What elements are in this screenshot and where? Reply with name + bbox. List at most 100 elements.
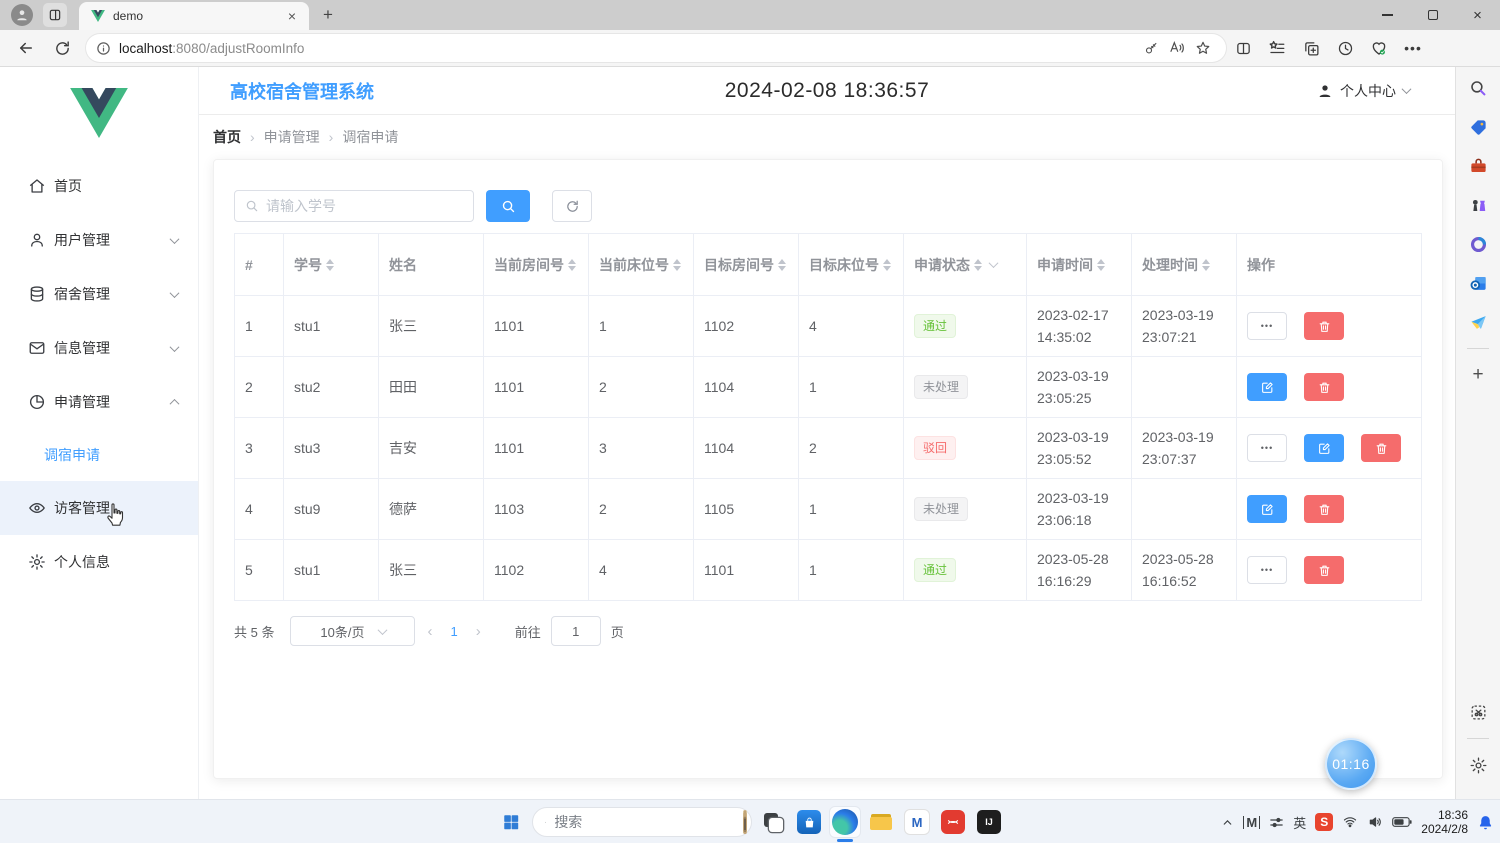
ime-language-indicator[interactable]: 英 xyxy=(1293,813,1306,832)
screenshot-snip-icon[interactable] xyxy=(1463,697,1493,727)
split-screen-icon[interactable] xyxy=(1226,33,1260,63)
sort-caret-icon[interactable] xyxy=(974,255,982,275)
refresh-button[interactable] xyxy=(552,190,592,222)
tray-m-app-icon[interactable]: M xyxy=(1243,816,1260,829)
edge-browser-icon[interactable] xyxy=(830,807,860,837)
next-page-button[interactable]: › xyxy=(464,623,493,640)
favorite-star-icon[interactable] xyxy=(1190,35,1216,61)
drop-icon[interactable] xyxy=(1463,307,1493,337)
browser-essentials-icon[interactable] xyxy=(1362,33,1396,63)
history-icon[interactable] xyxy=(1328,33,1362,63)
column-header-process_time[interactable]: 处理时间 xyxy=(1132,234,1237,296)
browser-profile-avatar[interactable] xyxy=(11,4,33,26)
more-button[interactable]: ••• xyxy=(1247,312,1287,340)
sidebar-item-application-management[interactable]: 申请管理 xyxy=(0,375,198,429)
address-bar[interactable]: localhost:8080/adjustRoomInfo xyxy=(86,34,1226,62)
sort-caret-icon[interactable] xyxy=(673,255,681,275)
more-button[interactable]: ••• xyxy=(1247,556,1287,584)
sidebar-item-visitor-management[interactable]: 访客管理 xyxy=(0,481,198,535)
sidebar-settings-icon[interactable] xyxy=(1463,750,1493,780)
sort-caret-icon[interactable] xyxy=(326,255,334,275)
start-button[interactable] xyxy=(496,807,526,837)
microsoft-365-icon[interactable] xyxy=(1463,229,1493,259)
page-size-select[interactable]: 10条/页 xyxy=(290,616,415,646)
more-button[interactable]: ••• xyxy=(1247,434,1287,462)
outlook-icon[interactable] xyxy=(1463,268,1493,298)
filter-chevron-icon[interactable] xyxy=(989,258,999,268)
markdown-app-icon[interactable]: M xyxy=(902,807,932,837)
tray-sliders-icon[interactable] xyxy=(1269,815,1284,830)
taskbar-search-input[interactable] xyxy=(554,814,735,830)
sidebar-item-info-management[interactable]: 信息管理 xyxy=(0,321,198,375)
browser-menu-icon[interactable]: ••• xyxy=(1396,33,1430,63)
sort-caret-icon[interactable] xyxy=(568,255,576,275)
recording-timer-badge[interactable]: 01:16 xyxy=(1325,738,1377,790)
edit-button[interactable] xyxy=(1247,495,1287,523)
reload-button[interactable] xyxy=(47,33,77,63)
column-header-apply_time[interactable]: 申请时间 xyxy=(1027,234,1132,296)
sidebar-item-user-management[interactable]: 用户管理 xyxy=(0,213,198,267)
sidebar-item-home[interactable]: 首页 xyxy=(0,159,198,213)
sidebar-add-button[interactable]: + xyxy=(1463,360,1493,390)
browser-tab[interactable]: demo × xyxy=(79,2,309,30)
breadcrumb-home[interactable]: 首页 xyxy=(213,127,241,147)
file-explorer-icon[interactable] xyxy=(866,807,896,837)
read-aloud-icon[interactable] xyxy=(1164,35,1190,61)
delete-button[interactable] xyxy=(1304,373,1344,401)
site-info-icon[interactable] xyxy=(96,41,111,56)
sidebar-item-dorm-management[interactable]: 宿舍管理 xyxy=(0,267,198,321)
taskbar-search-box[interactable] xyxy=(532,807,752,837)
workspaces-icon[interactable] xyxy=(43,3,67,27)
current-page[interactable]: 1 xyxy=(444,624,463,639)
window-maximize-button[interactable] xyxy=(1410,0,1455,30)
battery-icon[interactable] xyxy=(1392,816,1412,828)
sogou-input-icon[interactable]: S xyxy=(1315,813,1333,831)
collections-icon[interactable] xyxy=(1294,33,1328,63)
student-id-search-field[interactable] xyxy=(234,190,474,222)
column-header-student_id[interactable]: 学号 xyxy=(284,234,379,296)
sort-caret-icon[interactable] xyxy=(778,255,786,275)
volume-icon[interactable] xyxy=(1367,815,1383,829)
password-key-icon[interactable] xyxy=(1138,35,1164,61)
column-header-current_room[interactable]: 当前房间号 xyxy=(484,234,589,296)
edit-button[interactable] xyxy=(1247,373,1287,401)
search-highlight-image[interactable] xyxy=(743,810,747,834)
task-view-icon[interactable] xyxy=(758,807,788,837)
tray-chevron-up-icon[interactable] xyxy=(1221,816,1234,829)
sort-caret-icon[interactable] xyxy=(1202,255,1210,275)
column-header-status[interactable]: 申请状态 xyxy=(904,234,1027,296)
microsoft-store-icon[interactable] xyxy=(794,807,824,837)
column-header-target_bed[interactable]: 目标床位号 xyxy=(799,234,904,296)
user-center-menu[interactable]: 个人中心 xyxy=(1317,81,1410,101)
column-header-target_room[interactable]: 目标房间号 xyxy=(694,234,799,296)
window-close-button[interactable]: × xyxy=(1455,0,1500,30)
breadcrumb-item[interactable]: 申请管理 xyxy=(264,127,320,147)
favorites-icon[interactable] xyxy=(1260,33,1294,63)
delete-button[interactable] xyxy=(1304,556,1344,584)
delete-button[interactable] xyxy=(1304,495,1344,523)
delete-button[interactable] xyxy=(1361,434,1401,462)
new-tab-button[interactable]: + xyxy=(315,2,341,28)
games-icon[interactable] xyxy=(1463,190,1493,220)
tray-clock[interactable]: 18:36 2024/2/8 xyxy=(1421,808,1468,836)
toolbox-icon[interactable] xyxy=(1463,151,1493,181)
wifi-icon[interactable] xyxy=(1342,815,1358,829)
back-button[interactable] xyxy=(11,33,41,63)
goto-page-input[interactable] xyxy=(551,616,601,646)
intellij-idea-icon[interactable]: IJ xyxy=(974,807,1004,837)
sidebar-item-adjust-room-application[interactable]: 调宿申请 xyxy=(0,429,198,481)
huawei-app-icon[interactable] xyxy=(938,807,968,837)
edit-button[interactable] xyxy=(1304,434,1344,462)
sort-caret-icon[interactable] xyxy=(883,255,891,275)
column-header-current_bed[interactable]: 当前床位号 xyxy=(589,234,694,296)
sort-caret-icon[interactable] xyxy=(1097,255,1105,275)
search-button[interactable] xyxy=(486,190,530,222)
window-minimize-button[interactable] xyxy=(1365,0,1410,30)
shopping-icon[interactable] xyxy=(1463,112,1493,142)
tab-close-icon[interactable]: × xyxy=(283,7,301,25)
bing-search-icon[interactable] xyxy=(1463,73,1493,103)
delete-button[interactable] xyxy=(1304,312,1344,340)
search-input[interactable] xyxy=(266,198,463,214)
notification-bell-icon[interactable] xyxy=(1477,814,1494,831)
prev-page-button[interactable]: ‹ xyxy=(415,623,444,640)
